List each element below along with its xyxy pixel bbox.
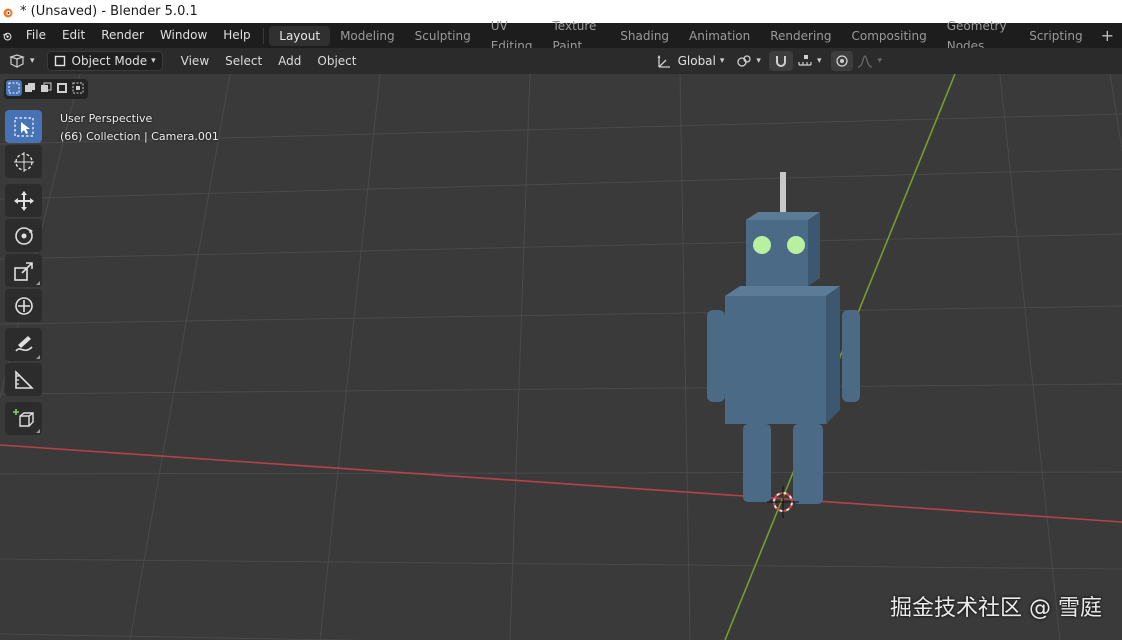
plus-icon[interactable]: + <box>1093 26 1122 45</box>
blender-icon <box>3 8 13 17</box>
tab-sculpting[interactable]: Sculpting <box>405 26 481 46</box>
tab-scripting[interactable]: Scripting <box>1019 26 1092 46</box>
pivot-point-dropdown[interactable]: ▾ <box>732 51 765 71</box>
mode-label: Object Mode <box>71 54 148 68</box>
viewport-canvas <box>0 74 1122 640</box>
tab-compositing[interactable]: Compositing <box>842 26 937 46</box>
snap-target-dropdown[interactable]: ▾ <box>793 51 826 71</box>
view-name: User Perspective <box>60 112 153 125</box>
floor-grid <box>0 74 1122 640</box>
menu-select[interactable]: Select <box>217 54 270 68</box>
chevron-down-icon: ▾ <box>877 56 882 66</box>
viewport-info-overlay: User Perspective (66) Collection | Camer… <box>60 110 219 146</box>
cursor-icon[interactable] <box>5 145 42 178</box>
tab-modeling[interactable]: Modeling <box>330 26 405 46</box>
editor-type-icon <box>9 54 25 68</box>
top-bar: File Edit Render Window Help Layout Mode… <box>0 19 1122 53</box>
chevron-down-icon: ▾ <box>151 56 156 66</box>
select-extend-icon[interactable] <box>22 80 38 96</box>
window-title: * (Unsaved) - Blender 5.0.1 <box>20 4 198 19</box>
robot-model[interactable] <box>707 172 860 504</box>
selection-mode-group <box>4 79 88 99</box>
annotate-icon[interactable] <box>5 328 42 361</box>
falloff-curve-icon <box>858 55 873 68</box>
object-mode-icon <box>54 55 65 67</box>
scale-icon[interactable] <box>5 254 42 287</box>
orientation-icon <box>657 55 670 68</box>
falloff-dropdown[interactable]: ▾ <box>853 51 886 71</box>
tab-layout[interactable]: Layout <box>269 25 331 46</box>
snap-toggle[interactable] <box>768 51 793 71</box>
menu-file[interactable]: File <box>18 23 54 48</box>
menu-window[interactable]: Window <box>152 23 215 48</box>
transform-orientation-dropdown[interactable]: Global ▾ <box>652 51 729 71</box>
select-new-icon[interactable] <box>6 80 22 96</box>
select-invert-icon[interactable] <box>54 80 70 96</box>
divider <box>262 27 264 44</box>
magnet-icon <box>775 56 786 67</box>
chevron-down-icon: ▾ <box>816 56 822 66</box>
menu-add[interactable]: Add <box>270 54 309 68</box>
menu-object[interactable]: Object <box>309 54 364 68</box>
tab-animation[interactable]: Animation <box>679 26 760 46</box>
collection-object-label: (66) Collection | Camera.001 <box>60 130 219 143</box>
tool-shelf <box>5 110 42 437</box>
chevron-down-icon: ▾ <box>719 56 725 66</box>
tool-variants-indicator <box>36 355 40 359</box>
select-box-icon[interactable] <box>5 110 42 143</box>
transform-icon[interactable] <box>5 289 42 322</box>
rotate-icon[interactable] <box>5 219 42 252</box>
move-icon[interactable] <box>5 184 42 217</box>
menu-view[interactable]: View <box>173 54 217 68</box>
blender-logo-icon[interactable] <box>2 28 12 44</box>
mode-dropdown[interactable]: Object Mode ▾ <box>46 51 163 71</box>
proportional-edit-icon <box>836 55 849 67</box>
pivot-icon <box>737 55 752 67</box>
3d-viewport[interactable] <box>0 74 1122 640</box>
orientation-label: Global <box>677 54 716 68</box>
tool-variants-indicator <box>36 281 40 285</box>
chevron-down-icon: ▾ <box>756 56 761 66</box>
proportional-edit-toggle[interactable] <box>831 51 854 71</box>
chevron-down-icon: ▾ <box>30 56 35 66</box>
robot-eye <box>787 236 805 254</box>
editor-type-button[interactable]: ▾ <box>4 51 39 71</box>
select-subtract-icon[interactable] <box>38 80 54 96</box>
robot-eye <box>753 236 771 254</box>
add-cube-icon[interactable] <box>5 402 42 435</box>
menu-edit[interactable]: Edit <box>54 23 93 48</box>
menu-render[interactable]: Render <box>93 23 152 48</box>
menu-help[interactable]: Help <box>215 23 258 48</box>
tab-rendering[interactable]: Rendering <box>760 26 841 46</box>
viewport-header: ▾ Object Mode ▾ View Select Add Object G… <box>0 48 1122 74</box>
tool-variants-indicator <box>36 429 40 433</box>
snap-increment-icon <box>798 55 812 66</box>
x-axis-line <box>0 444 1122 523</box>
select-intersect-icon[interactable] <box>70 80 86 96</box>
tab-shading[interactable]: Shading <box>610 26 679 46</box>
measure-icon[interactable] <box>5 363 42 396</box>
watermark-text: 掘金技术社区 @ 雪庭 <box>890 596 1102 621</box>
